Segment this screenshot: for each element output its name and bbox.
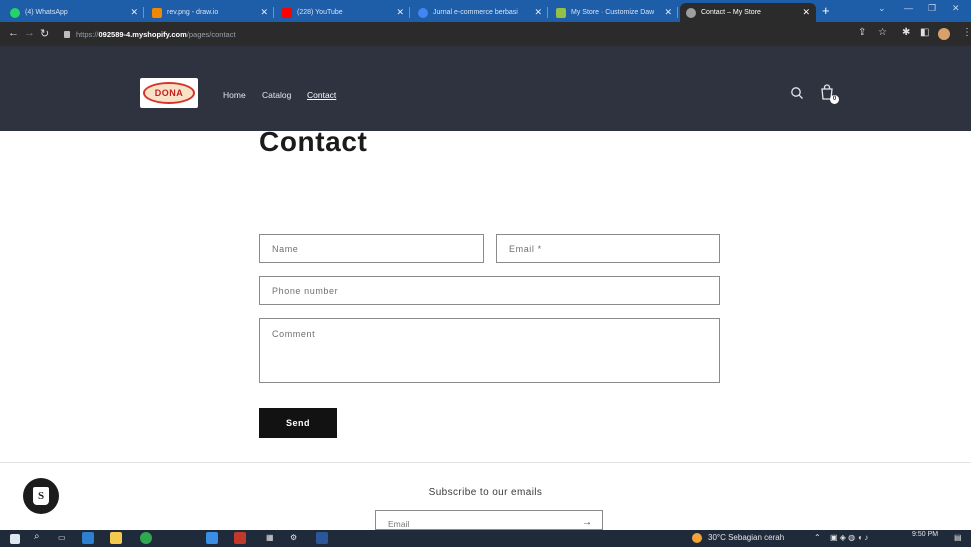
cart-count-badge: 0: [830, 95, 839, 104]
arrow-right-icon[interactable]: →: [582, 517, 592, 528]
tab-label: Contact – My Store: [701, 9, 761, 16]
browser-tab-youtube[interactable]: (228) YouTube ✕: [276, 3, 410, 22]
notification-icon[interactable]: ▤: [954, 533, 962, 542]
acrobat-icon[interactable]: [234, 532, 246, 544]
name-placeholder: Name: [272, 243, 299, 254]
tray-chevron-icon[interactable]: ⌃: [814, 533, 821, 542]
url-path: /pages/contact: [186, 29, 236, 39]
phone-placeholder: Phone number: [272, 285, 339, 296]
nav-home-link[interactable]: Home: [223, 90, 246, 100]
close-tab-icon[interactable]: ✕: [664, 7, 672, 18]
new-tab-button[interactable]: +: [822, 3, 830, 18]
url-host: 092589-4.myshopify.com: [98, 29, 187, 39]
bookmark-star-icon[interactable]: ☆: [878, 27, 887, 38]
close-tab-icon[interactable]: ✕: [260, 7, 268, 18]
windows-start-icon[interactable]: [10, 534, 20, 544]
shopify-icon: [556, 7, 566, 18]
tab-label: Jurnal e-commerce berbasi: [433, 9, 518, 16]
browser-tab-shopify-customize[interactable]: My Store · Customize Daw ✕: [550, 3, 678, 22]
forward-icon[interactable]: →: [24, 27, 35, 39]
name-input[interactable]: Name: [259, 234, 484, 263]
app-grid-icon[interactable]: ▦: [266, 533, 274, 542]
shopify-chat-button[interactable]: S: [23, 478, 59, 514]
browser-tab-whatsapp[interactable]: (4) WhatsApp ✕: [4, 3, 144, 22]
page-title: Contact: [259, 126, 368, 157]
share-icon[interactable]: ⇪: [858, 27, 866, 38]
browser-tab-google-scholar[interactable]: Jurnal e-commerce berbasi ✕: [412, 3, 548, 22]
edge-icon[interactable]: [82, 532, 94, 544]
nav-catalog-link[interactable]: Catalog: [262, 90, 291, 100]
search-icon[interactable]: [790, 86, 804, 105]
minimize-icon[interactable]: —: [904, 3, 913, 13]
task-view-icon[interactable]: ▭: [58, 533, 66, 542]
whatsapp-icon: [10, 7, 20, 18]
maximize-icon[interactable]: ❐: [928, 3, 936, 14]
newsletter-email-input[interactable]: Email →: [375, 510, 603, 530]
tab-label: (4) WhatsApp: [25, 9, 68, 16]
globe-icon: [686, 7, 696, 18]
search-icon[interactable]: ⌕: [34, 531, 40, 542]
lock-icon: [64, 30, 70, 38]
comment-placeholder: Comment: [272, 329, 316, 339]
tab-label: (228) YouTube: [297, 9, 343, 16]
close-window-icon[interactable]: ✕: [952, 3, 960, 14]
file-explorer-icon[interactable]: [110, 532, 122, 544]
address-bar[interactable]: https://092589-4.myshopify.com/pages/con…: [56, 26, 836, 42]
app-icon[interactable]: [206, 532, 218, 544]
store-header: DONA Home Catalog Contact 0: [0, 46, 971, 131]
logo-mark: DONA: [143, 82, 195, 104]
browser-tab-strip: (4) WhatsApp ✕ rev.png - draw.io ✕ (228)…: [0, 0, 971, 22]
tab-label: My Store · Customize Daw: [571, 9, 655, 16]
drawio-icon: [152, 7, 162, 18]
shopify-bag-icon: S: [33, 487, 49, 505]
sidepanel-icon[interactable]: ◧: [920, 27, 929, 38]
back-icon[interactable]: ←: [8, 27, 19, 39]
youtube-icon: [282, 7, 292, 18]
close-tab-icon[interactable]: ✕: [130, 7, 138, 18]
browser-tab-contact-active[interactable]: Contact – My Store ✕: [680, 3, 816, 22]
close-tab-icon[interactable]: ✕: [396, 7, 404, 18]
footer-divider: [0, 462, 971, 463]
weather-icon: [692, 533, 702, 543]
chrome-icon[interactable]: [140, 532, 152, 544]
profile-avatar[interactable]: [938, 28, 950, 40]
reload-icon[interactable]: ↻: [40, 27, 49, 40]
store-logo[interactable]: DONA: [140, 78, 198, 108]
clock-time[interactable]: 9:50 PM: [912, 531, 938, 538]
word-icon[interactable]: [316, 532, 328, 544]
send-button[interactable]: Send: [259, 408, 337, 438]
windows-taskbar: ⌕ ▭ ▦ ⚙ 30°C Sebagian cerah ⌃ ▣ ◈ ◍ ◖ ♪ …: [0, 530, 971, 547]
url-prefix: https://: [76, 29, 99, 39]
settings-gear-icon[interactable]: ⚙: [290, 533, 297, 542]
nav-contact-link[interactable]: Contact: [307, 90, 336, 100]
google-icon: [418, 7, 428, 18]
phone-input[interactable]: Phone number: [259, 276, 720, 305]
comment-textarea[interactable]: Comment: [259, 318, 720, 383]
tab-search-icon[interactable]: ⌄: [878, 3, 886, 14]
logo-text: DONA: [154, 88, 184, 98]
close-tab-icon[interactable]: ✕: [802, 7, 810, 18]
subscribe-heading: Subscribe to our emails: [428, 487, 543, 498]
newsletter-email-placeholder: Email: [388, 519, 410, 529]
browser-tab-drawio[interactable]: rev.png - draw.io ✕: [146, 3, 274, 22]
menu-kebab-icon[interactable]: ⋮: [962, 27, 971, 38]
extensions-icon[interactable]: ✱: [902, 27, 910, 38]
email-placeholder: Email *: [509, 243, 542, 254]
tab-label: rev.png - draw.io: [167, 9, 219, 16]
tray-icons[interactable]: ▣ ◈ ◍ ◖ ♪: [830, 533, 868, 542]
email-input[interactable]: Email *: [496, 234, 720, 263]
weather-text[interactable]: 30°C Sebagian cerah: [708, 533, 784, 542]
close-tab-icon[interactable]: ✕: [534, 7, 542, 18]
browser-toolbar: ← → ↻ https://092589-4.myshopify.com/pag…: [0, 22, 971, 46]
